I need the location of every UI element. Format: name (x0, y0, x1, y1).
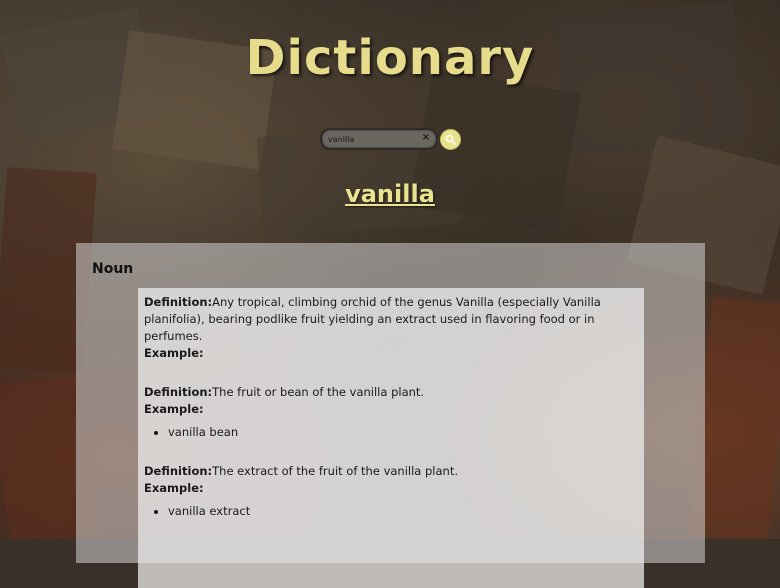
part-of-speech: Noun (92, 261, 134, 277)
definition-text: Any tropical, climbing orchid of the gen… (144, 295, 601, 343)
search-bar: × (320, 128, 461, 150)
example-label: Example: (144, 402, 204, 416)
definition-item: Definition:The fruit or bean of the vani… (144, 384, 638, 441)
example-item: vanilla extract (168, 503, 638, 520)
clear-icon[interactable]: × (420, 132, 432, 144)
example-item: vanilla bean (168, 424, 638, 441)
search-icon (445, 134, 456, 145)
example-list: vanilla bean (144, 424, 638, 441)
definition-label: Definition: (144, 295, 213, 309)
page-title: Dictionary (245, 30, 535, 86)
definition-label: Definition: (144, 385, 213, 399)
example-label: Example: (144, 481, 204, 495)
definition-item: Definition:Any tropical, climbing orchid… (144, 294, 638, 362)
search-input[interactable] (328, 131, 420, 147)
definition-text: The extract of the fruit of the vanilla … (212, 464, 459, 478)
definition-item: Definition:The extract of the fruit of t… (144, 463, 638, 520)
search-button[interactable] (440, 128, 461, 150)
definitions-list: Definition:Any tropical, climbing orchid… (138, 288, 644, 588)
definition-text: The fruit or bean of the vanilla plant. (212, 385, 425, 399)
definition-label: Definition: (144, 464, 213, 478)
results-panel: Noun Definition:Any tropical, climbing o… (76, 243, 705, 588)
example-label: Example: (144, 346, 204, 360)
example-list: vanilla extract (144, 503, 638, 520)
result-word: vanilla (345, 180, 435, 208)
search-box: × (320, 128, 438, 150)
